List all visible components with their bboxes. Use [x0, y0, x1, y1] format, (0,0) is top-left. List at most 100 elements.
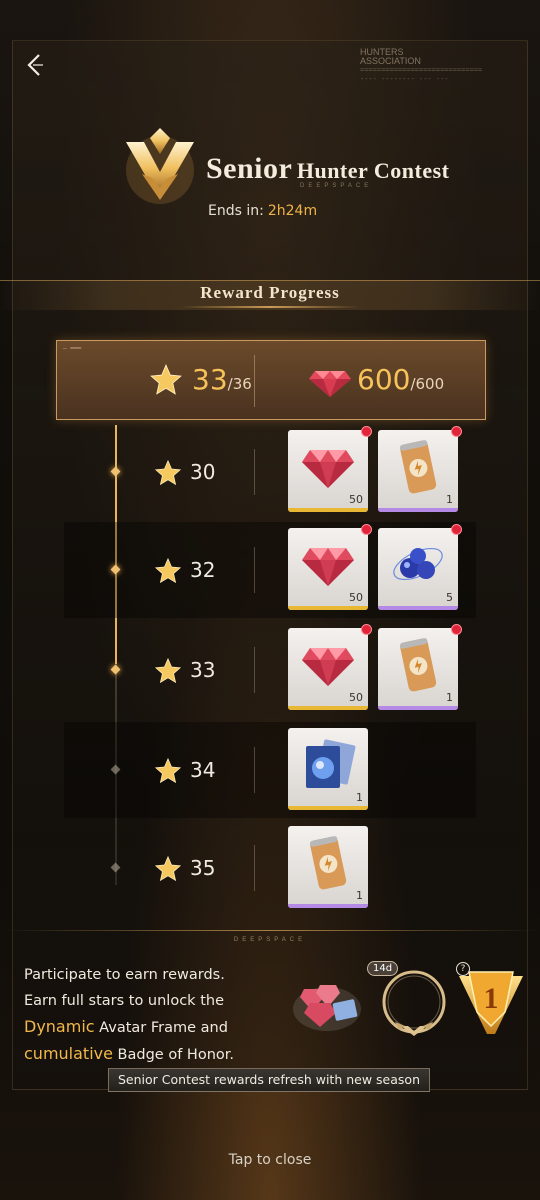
countdown-value: 2h24m	[267, 203, 318, 219]
star-icon	[154, 855, 182, 887]
avatar-frame-icon	[375, 970, 453, 1044]
reward-quantity: 1	[356, 889, 363, 902]
section-divider	[180, 306, 360, 308]
reward-item[interactable]: 1	[288, 728, 368, 810]
reward-item[interactable]: 1	[378, 624, 462, 710]
gem-bundle-reward[interactable]	[290, 975, 364, 1035]
tap-to-close[interactable]: Tap to close	[0, 1152, 540, 1168]
energy-can-icon	[388, 634, 448, 694]
milestone-row: 35 1	[64, 820, 476, 916]
gem-icon	[298, 436, 358, 496]
chevron-left-icon	[24, 52, 46, 82]
milestone-stars: 33	[190, 658, 216, 682]
milestone-stars: 32	[190, 558, 216, 582]
energy-can-icon	[388, 436, 448, 496]
reward-info: Participate to earn rewards. Earn full s…	[24, 962, 294, 1068]
stars-current: 33	[192, 363, 228, 396]
star-icon	[154, 459, 182, 491]
milestone-stars: 35	[190, 856, 216, 880]
timeline-node	[110, 862, 121, 873]
frame-duration-badge: 14d	[367, 961, 399, 976]
reward-item[interactable]: 50	[288, 524, 372, 610]
gems-current: 600	[357, 363, 411, 396]
star-icon	[154, 657, 182, 689]
gems-total: /600	[410, 375, 445, 393]
new-indicator-dot	[361, 624, 372, 635]
info-line-3: Dynamic Avatar Frame and	[24, 1017, 228, 1036]
info-line-2: Earn full stars to unlock the	[24, 993, 224, 1009]
reward-item[interactable]: 5	[378, 524, 462, 610]
refresh-notice: Senior Contest rewards refresh with new …	[108, 1068, 430, 1092]
rarity-bar	[288, 904, 368, 908]
countdown: Ends in: 2h24m	[208, 203, 317, 219]
countdown-label: Ends in:	[208, 203, 264, 219]
row-divider	[254, 747, 255, 793]
new-indicator-dot	[451, 624, 462, 635]
reward-quantity: 50	[349, 691, 363, 704]
rarity-bar	[378, 508, 458, 512]
reward-quantity: 1	[446, 493, 453, 506]
info-line-1: Participate to earn rewards.	[24, 967, 225, 983]
rarity-bar	[288, 606, 368, 610]
new-indicator-dot	[451, 524, 462, 535]
progress-summary: — ━━━ 33/36 600/600	[56, 340, 486, 420]
reward-quantity: 5	[446, 591, 453, 604]
milestone-row: 32 50 5	[64, 522, 476, 618]
energy-can-icon	[298, 832, 358, 892]
milestone-row: 34 1	[64, 722, 476, 818]
stars-progress: 33/36	[192, 363, 252, 396]
summary-divider	[254, 355, 255, 407]
blue-orbs-icon	[388, 534, 448, 594]
milestone-stars: 30	[190, 460, 216, 484]
bottom-divider	[0, 930, 540, 931]
svg-text:1: 1	[484, 982, 499, 1015]
reward-item[interactable]: 1	[288, 826, 368, 908]
rarity-bar	[288, 806, 368, 810]
section-title: Reward Progress	[200, 283, 340, 302]
row-divider	[254, 845, 255, 891]
gems-progress: 600/600	[357, 363, 444, 396]
timeline-node	[110, 466, 121, 477]
info-line-4: cumulative Badge of Honor.	[24, 1044, 234, 1063]
stars-total: /36	[227, 375, 252, 393]
rarity-bar	[378, 706, 458, 710]
page-title: Senior Hunter Contest	[206, 152, 450, 186]
row-divider	[254, 449, 255, 495]
row-divider	[254, 547, 255, 593]
timeline-node	[110, 664, 121, 675]
milestone-stars: 34	[190, 758, 216, 782]
star-icon	[154, 757, 182, 789]
card-ticket-icon	[298, 734, 358, 794]
reward-item[interactable]: 50	[288, 426, 372, 512]
new-indicator-dot	[451, 426, 462, 437]
hunters-association-decor: HUNTERS ASSOCIATION ====================…	[360, 47, 483, 84]
back-button[interactable]	[20, 52, 50, 82]
milestone-row: 30 50 1	[64, 424, 476, 520]
reward-quantity: 50	[349, 493, 363, 506]
new-indicator-dot	[361, 524, 372, 535]
honor-badge-icon: 1	[455, 971, 527, 1044]
star-icon	[149, 363, 183, 401]
brand-subtitle: DEEPSPACE	[300, 183, 373, 189]
reward-quantity: 1	[356, 791, 363, 804]
star-icon	[154, 557, 182, 589]
rarity-bar	[288, 706, 368, 710]
rarity-bar	[288, 508, 368, 512]
timeline-node	[110, 564, 121, 575]
timeline-node	[110, 764, 121, 775]
reward-quantity: 1	[446, 691, 453, 704]
gem-icon	[298, 634, 358, 694]
title-senior: Senior	[206, 152, 293, 185]
reward-item[interactable]: 1	[378, 426, 462, 512]
reward-item[interactable]: 50	[288, 624, 372, 710]
summary-decor-tag: — ━━━	[63, 345, 82, 352]
milestone-row: 33 50 1	[64, 622, 476, 718]
new-indicator-dot	[361, 426, 372, 437]
help-icon[interactable]: ?	[456, 962, 470, 976]
title-hunter-contest: Hunter Contest	[296, 158, 450, 183]
rarity-bar	[378, 606, 458, 610]
row-divider	[254, 647, 255, 693]
gem-icon	[307, 363, 353, 403]
gem-bundle-icon	[290, 985, 364, 1039]
gem-icon	[298, 534, 358, 594]
